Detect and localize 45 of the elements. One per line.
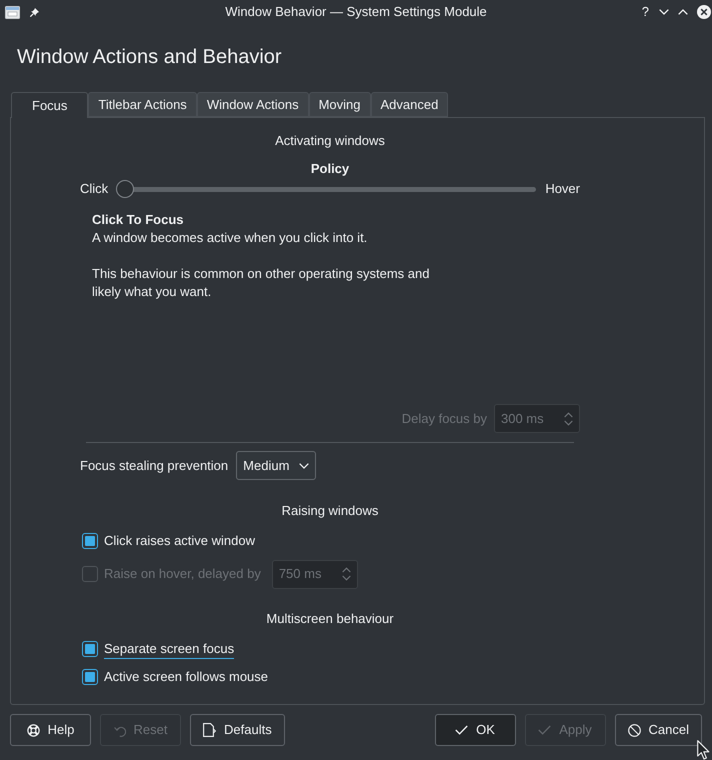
document-icon: [203, 723, 216, 737]
cancel-button[interactable]: Cancel: [614, 714, 702, 746]
checkbox-label[interactable]: Separate screen focus: [104, 640, 234, 658]
close-icon[interactable]: [697, 5, 711, 19]
chevron-down-icon[interactable]: [299, 462, 310, 468]
tab[interactable]: Focus: [11, 92, 88, 118]
tab[interactable]: Titlebar Actions: [88, 92, 197, 117]
tab[interactable]: Window Actions: [196, 92, 309, 117]
pin-icon[interactable]: [30, 8, 39, 16]
checkbox[interactable]: [82, 669, 98, 685]
help-button[interactable]: ?: [640, 4, 650, 20]
tab[interactable]: Advanced: [370, 92, 448, 117]
field-label: Focus stealing prevention: [80, 456, 228, 474]
slider-title: Policy: [310, 160, 350, 178]
window-icon: [5, 6, 20, 18]
section-title: Activating windows: [275, 132, 385, 150]
window-title: Window Behavior — System Settings Module: [224, 3, 488, 21]
slider-max-label: Hover: [545, 180, 580, 198]
dropdown[interactable]: Medium: [236, 451, 316, 480]
field-label: Delay focus by: [402, 410, 487, 428]
lifebuoy-icon: [26, 724, 40, 736]
defaults-button[interactable]: Defaults: [190, 714, 285, 746]
checkbox-label[interactable]: Click raises active window: [104, 532, 255, 550]
cancel-icon: [628, 724, 641, 736]
description-title: Click To Focus: [92, 211, 184, 229]
slider-min-label: Click: [80, 180, 108, 198]
maximize-icon[interactable]: [678, 9, 688, 15]
checkmark-icon: [455, 725, 468, 735]
page-heading: Window Actions and Behavior: [17, 45, 282, 70]
checkbox[interactable]: [82, 533, 98, 549]
checkmark-icon: [538, 725, 552, 735]
minimize-icon[interactable]: [659, 9, 669, 15]
section-title: Multiscreen behaviour: [266, 610, 394, 628]
description-text: A window becomes active when you click into it.: [92, 229, 368, 247]
description-text: This behaviour is common on other operating systems and likely what you want.: [92, 265, 430, 301]
ok-button[interactable]: OK: [434, 714, 516, 746]
checkbox-label[interactable]: Active screen follows mouse: [104, 668, 268, 686]
mouse-pointer-icon: [697, 740, 710, 760]
checkbox[interactable]: [82, 641, 98, 657]
slider-thumb[interactable]: [116, 180, 134, 198]
tab[interactable]: Moving: [308, 92, 370, 117]
help-button[interactable]: Help: [10, 714, 91, 746]
section-title: Raising windows: [282, 502, 378, 520]
spin-arrows-icon[interactable]: [342, 567, 351, 581]
slider-track[interactable]: [116, 180, 538, 198]
